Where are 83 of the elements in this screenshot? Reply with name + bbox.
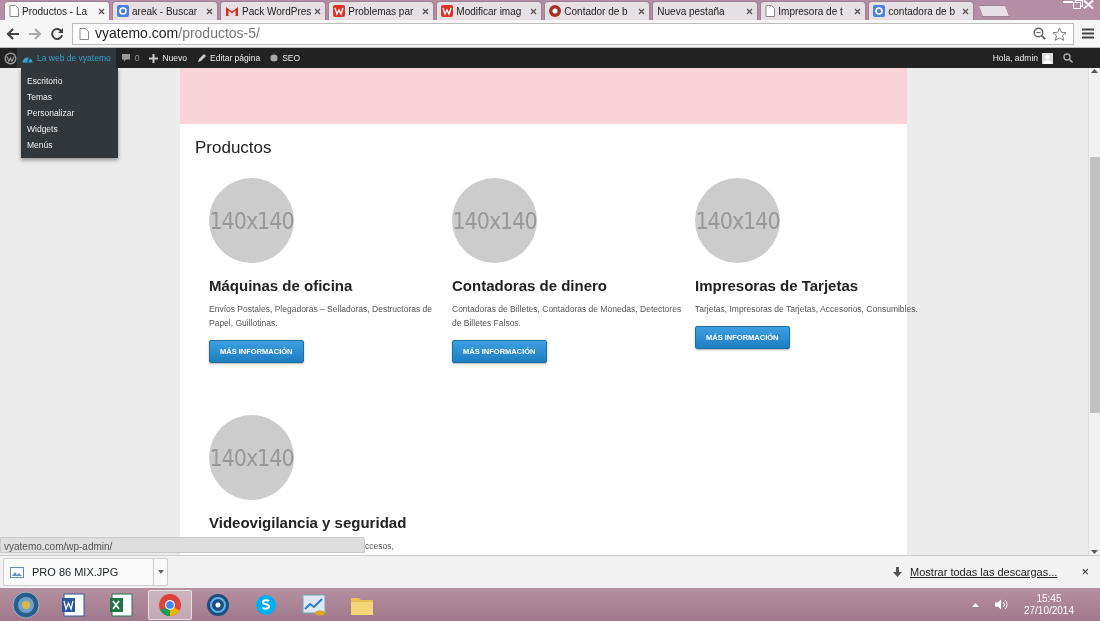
dot-icon <box>270 54 279 62</box>
browser-tab[interactable]: Nueva pestaña <box>652 1 759 20</box>
close-icon[interactable] <box>206 7 213 15</box>
google-icon <box>117 5 129 17</box>
edit-page-link[interactable]: Editar página <box>192 48 266 68</box>
page-icon <box>765 5 776 17</box>
zoom-icon[interactable] <box>1033 27 1046 40</box>
star-icon[interactable] <box>1052 26 1067 41</box>
search-icon[interactable] <box>1063 53 1073 63</box>
plus-icon <box>149 53 159 63</box>
product-description: Tarjetas, Impresoras de Tarjetas, Accesorios, Consumibles. <box>695 303 919 317</box>
minimize-icon[interactable] <box>1063 0 1073 4</box>
show-all-downloads-link[interactable]: Mostrar todas las descargas... <box>910 563 1058 581</box>
seo-link[interactable]: SEO <box>265 48 306 68</box>
browser-tab[interactable]: Productos - La <box>4 1 110 20</box>
chart-icon <box>301 591 327 618</box>
close-icon[interactable] <box>854 7 862 15</box>
menu-item[interactable]: Widgets <box>21 121 118 137</box>
browser-tab[interactable]: Contador de b <box>544 1 651 20</box>
back-icon[interactable] <box>6 27 20 40</box>
w-logo-icon <box>441 5 454 17</box>
speaker-icon[interactable] <box>994 599 1008 610</box>
product-title: Videovigilancia y seguridad <box>209 514 408 533</box>
menu-item[interactable]: Temas <box>21 89 118 105</box>
product-title: Contadoras de dinero <box>452 277 609 296</box>
comment-icon <box>120 53 131 63</box>
wordpress-logo-icon[interactable] <box>4 51 17 65</box>
show-hidden-icons[interactable] <box>971 602 979 607</box>
close-icon[interactable] <box>962 7 970 15</box>
browser-tab[interactable]: Impresora de t <box>760 1 867 20</box>
download-item[interactable]: PRO 86 MIX.JPG <box>3 558 168 586</box>
status-url: vyatemo.com/wp-admin/ <box>0 537 365 553</box>
menu-item[interactable]: Escritorio <box>21 73 118 89</box>
spreadsheet-icon <box>109 591 135 618</box>
product-title: Máquinas de oficina <box>209 277 354 296</box>
caret-icon[interactable] <box>157 570 164 574</box>
site-menu-link[interactable]: La web de vyatemo <box>17 48 116 68</box>
browser-tab[interactable]: Modificar imag <box>436 1 543 20</box>
disc-icon <box>205 591 231 618</box>
menu-item[interactable]: Menús <box>21 137 118 153</box>
taskbar-button[interactable] <box>148 589 192 620</box>
avatar-icon <box>1042 52 1053 64</box>
product-description: ccesos, <box>364 540 395 554</box>
restore-icon[interactable] <box>1073 0 1083 9</box>
close-icon[interactable] <box>638 7 646 15</box>
browser-tab[interactable]: Pack WordPres <box>220 1 327 20</box>
page-icon <box>9 5 19 17</box>
browser-icon <box>157 591 183 618</box>
close-icon[interactable] <box>422 7 430 15</box>
account-link[interactable]: Hola, admin <box>987 48 1058 68</box>
browser-tab[interactable]: areak - Buscar <box>112 1 218 20</box>
product-title: Impresoras de Tarjetas <box>695 277 860 296</box>
w-logo-icon <box>333 5 346 17</box>
download-icon <box>893 566 903 578</box>
menu-item[interactable]: Personalizar <box>21 105 118 121</box>
reload-icon[interactable] <box>50 26 64 41</box>
mail-icon <box>225 5 239 17</box>
start-orb-icon[interactable] <box>12 590 40 619</box>
browser-tab[interactable]: contadora de b <box>868 1 975 20</box>
close-icon[interactable] <box>98 7 105 15</box>
new-tab-button[interactable] <box>978 5 1011 17</box>
page-heading: Productos <box>195 138 273 159</box>
product-description: Contadoras de Billetes, Contadoras de Monedas, Detectores de Billetes Falsos. <box>452 303 683 331</box>
comments-link[interactable]: 0 <box>115 48 145 68</box>
menu-icon[interactable] <box>1082 28 1094 39</box>
page-icon <box>79 27 89 40</box>
clock-date: 27/10/2014 <box>1023 604 1074 617</box>
scrollbar-thumb[interactable] <box>1089 157 1100 413</box>
address-bar[interactable]: vyatemo.com/productos-5/ <box>72 22 1074 45</box>
close-icon[interactable] <box>314 7 322 15</box>
new-link[interactable]: Nuevo <box>144 48 193 68</box>
image-file-icon <box>10 566 24 578</box>
clock-time: 15:45 <box>1035 592 1063 605</box>
pencil-icon <box>197 53 207 63</box>
badge-icon <box>549 5 562 17</box>
close-icon[interactable] <box>530 7 538 15</box>
google-icon <box>873 5 886 17</box>
close-button[interactable]: × <box>1081 562 1089 582</box>
browser-tab[interactable]: Problemas par <box>328 1 435 20</box>
close-icon[interactable] <box>746 7 754 15</box>
word-icon <box>61 591 87 618</box>
product-description: Envíos Postales, Plegadoras – Selladoras, Destructoras de Papel, Guillotinas. <box>209 303 433 331</box>
url-text: vyatemo.com/productos-5/ <box>95 24 260 43</box>
